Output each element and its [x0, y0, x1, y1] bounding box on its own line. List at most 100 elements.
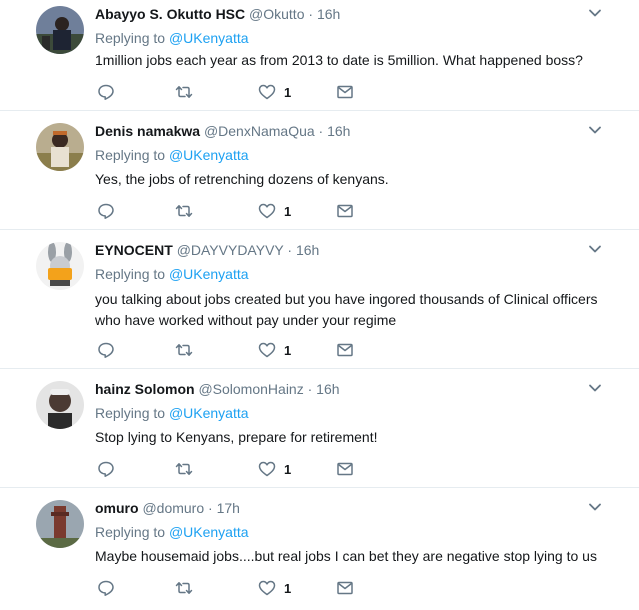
tweet-header: EYNOCENT @DAYVYDAYVY · 16h	[95, 241, 319, 259]
message-button[interactable]	[336, 202, 354, 220]
tweet[interactable]: omuro @domuro · 17h Replying to @UKenyat…	[0, 488, 639, 610]
timestamp[interactable]: 16h	[296, 242, 319, 258]
fullname[interactable]: Abayyo S. Okutto HSC	[95, 6, 245, 22]
replying-label: Replying to	[95, 266, 166, 282]
message-button[interactable]	[336, 460, 354, 478]
mention-link[interactable]: @UKenyatta	[169, 524, 249, 540]
retweet-button[interactable]	[175, 83, 193, 101]
retweet-icon	[175, 582, 193, 594]
tweet-text: 1million jobs each year as from 2013 to …	[95, 52, 583, 68]
like-count: 1	[284, 580, 292, 596]
fullname[interactable]: omuro	[95, 500, 139, 516]
reply-icon	[98, 461, 114, 477]
timestamp[interactable]: 16h	[317, 6, 340, 22]
timestamp[interactable]: 16h	[316, 381, 339, 397]
retweet-button[interactable]	[175, 202, 193, 220]
tweet-actions: 1	[95, 341, 395, 361]
heart-icon	[258, 342, 276, 358]
chevron-down-icon[interactable]	[588, 242, 602, 256]
tweet-text: Stop lying to Kenyans, prepare for retir…	[95, 429, 378, 445]
reply-button[interactable]	[97, 460, 115, 478]
avatar[interactable]	[36, 381, 84, 429]
reply-button[interactable]	[97, 83, 115, 101]
like-button[interactable]: 1	[258, 341, 291, 359]
retweet-button[interactable]	[175, 341, 193, 359]
separator: ·	[208, 500, 213, 516]
replying-to: Replying to @UKenyatta	[95, 523, 249, 541]
avatar[interactable]	[36, 6, 84, 54]
chevron-down-icon[interactable]	[588, 6, 602, 20]
mention-link[interactable]: @UKenyatta	[169, 266, 249, 282]
mention-link[interactable]: @UKenyatta	[169, 405, 249, 421]
username[interactable]: @SolomonHainz	[198, 381, 303, 397]
fullname[interactable]: hainz Solomon	[95, 381, 195, 397]
timestamp[interactable]: 16h	[327, 123, 350, 139]
separator: ·	[308, 6, 314, 22]
replying-label: Replying to	[95, 147, 166, 163]
heart-icon	[258, 580, 276, 596]
like-count: 1	[284, 203, 292, 219]
chevron-down-icon[interactable]	[588, 381, 602, 395]
avatar[interactable]	[36, 242, 84, 290]
envelope-icon	[337, 343, 353, 357]
message-button[interactable]	[336, 83, 354, 101]
tweet-text: Yes, the jobs of retrenching dozens of k…	[95, 171, 389, 187]
like-count: 1	[284, 461, 292, 477]
separator: ·	[307, 381, 313, 397]
tweet-text: Maybe housemaid jobs....but real jobs I …	[95, 548, 597, 564]
like-count: 1	[284, 84, 292, 100]
username[interactable]: @DenxNamaQua	[204, 123, 315, 139]
tweet-header: omuro @domuro · 17h	[95, 499, 240, 517]
username[interactable]: @domuro	[142, 500, 204, 516]
heart-icon	[258, 461, 276, 477]
tweet-header: Abayyo S. Okutto HSC @Okutto · 16h	[95, 5, 340, 23]
heart-icon	[258, 203, 276, 219]
reply-button[interactable]	[97, 202, 115, 220]
tweet[interactable]: hainz Solomon @SolomonHainz · 16h Replyi…	[0, 369, 639, 488]
chevron-down-icon[interactable]	[588, 123, 602, 137]
retweet-icon	[175, 463, 193, 475]
tweet-actions: 1	[95, 579, 395, 599]
tweet[interactable]: Denis namakwa @DenxNamaQua · 16h Replyin…	[0, 111, 639, 230]
replying-to: Replying to @UKenyatta	[95, 146, 249, 164]
tweet-actions: 1	[95, 202, 395, 222]
like-button[interactable]: 1	[258, 83, 291, 101]
like-button[interactable]: 1	[258, 202, 291, 220]
reply-icon	[98, 84, 114, 100]
retweet-button[interactable]	[175, 460, 193, 478]
mention-link[interactable]: @UKenyatta	[169, 147, 249, 163]
retweet-button[interactable]	[175, 579, 193, 597]
reply-icon	[98, 580, 114, 596]
reply-button[interactable]	[97, 579, 115, 597]
message-button[interactable]	[336, 341, 354, 359]
like-button[interactable]: 1	[258, 460, 291, 478]
reply-button[interactable]	[97, 341, 115, 359]
envelope-icon	[337, 581, 353, 595]
timestamp[interactable]: 17h	[217, 500, 240, 516]
fullname[interactable]: Denis namakwa	[95, 123, 200, 139]
replying-to: Replying to @UKenyatta	[95, 265, 249, 283]
replying-label: Replying to	[95, 405, 166, 421]
avatar[interactable]	[36, 123, 84, 171]
reply-icon	[98, 342, 114, 358]
tweet-text: you talking about jobs created but you h…	[95, 291, 598, 328]
heart-icon	[258, 84, 276, 100]
message-button[interactable]	[336, 579, 354, 597]
mention-link[interactable]: @UKenyatta	[169, 30, 249, 46]
username[interactable]: @DAYVYDAYVY	[177, 242, 284, 258]
envelope-icon	[337, 204, 353, 218]
like-button[interactable]: 1	[258, 579, 291, 597]
envelope-icon	[337, 85, 353, 99]
username[interactable]: @Okutto	[249, 6, 304, 22]
fullname[interactable]: EYNOCENT	[95, 242, 173, 258]
separator: ·	[318, 123, 324, 139]
replying-to: Replying to @UKenyatta	[95, 29, 249, 47]
tweet[interactable]: EYNOCENT @DAYVYDAYVY · 16h Replying to @…	[0, 230, 639, 369]
tweet-actions: 1	[95, 83, 395, 103]
reply-icon	[98, 203, 114, 219]
replying-label: Replying to	[95, 524, 166, 540]
chevron-down-icon[interactable]	[588, 500, 602, 514]
avatar[interactable]	[36, 500, 84, 548]
tweet[interactable]: Abayyo S. Okutto HSC @Okutto · 16h Reply…	[0, 0, 639, 111]
reply-feed: Abayyo S. Okutto HSC @Okutto · 16h Reply…	[0, 0, 639, 610]
